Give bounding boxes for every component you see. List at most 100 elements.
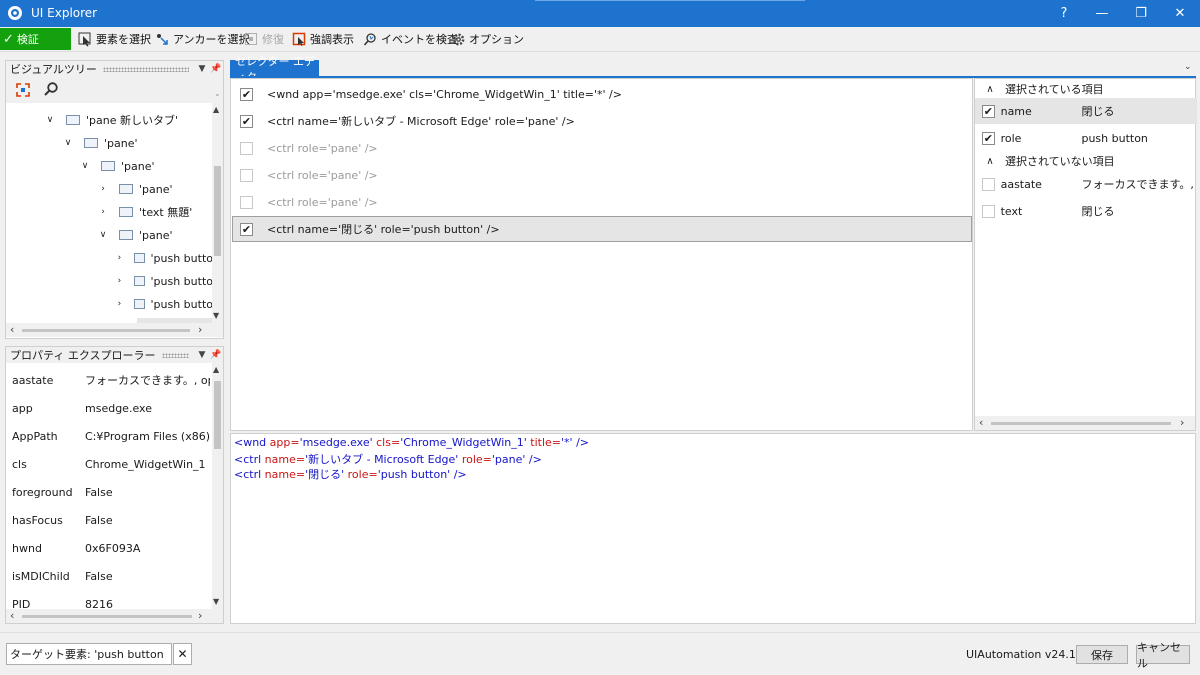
collapse-chevron-icon[interactable]: › [115, 253, 124, 263]
attributes-horizontal-scrollbar[interactable]: ‹ › [975, 416, 1195, 430]
node-checkbox[interactable]: ✔ [240, 222, 253, 236]
tree-vertical-scrollbar[interactable]: ▲ ▼ [212, 103, 223, 323]
scroll-right-icon[interactable]: › [198, 323, 202, 336]
tree-node[interactable]: ∨ 'pane' [62, 133, 138, 153]
cancel-button[interactable]: キャンセル [1136, 641, 1190, 670]
expand-chevron-icon[interactable]: ∨ [97, 230, 109, 240]
window-node-icon [133, 276, 145, 286]
property-row[interactable]: app msedge.exe [6, 394, 214, 422]
selector-node-row[interactable]: ✔ <ctrl name='新しいタブ - Microsoft Edge' rol… [233, 108, 973, 134]
scrollbar-thumb[interactable] [214, 166, 221, 256]
selector-node-row-selected[interactable]: ✔ <ctrl name='閉じる' role='push button' /> [232, 216, 972, 242]
scroll-right-icon[interactable]: › [198, 609, 202, 622]
target-element-field[interactable]: ターゲット要素: 'push button 閉じる' [6, 643, 172, 665]
scroll-down-icon[interactable]: ▼ [213, 311, 219, 320]
clear-target-button[interactable]: ✕ [173, 643, 192, 665]
attribute-checkbox[interactable] [982, 177, 995, 191]
scroll-left-icon[interactable]: ‹ [979, 416, 983, 429]
save-button[interactable]: 保存 [1076, 645, 1128, 664]
selector-node-row[interactable]: <ctrl role='pane' /> [233, 135, 973, 161]
validate-button[interactable]: ✓ 検証 [0, 28, 71, 50]
property-row[interactable]: isMDIChild False [6, 562, 214, 590]
scroll-down-icon[interactable]: ▼ [213, 597, 219, 606]
select-anchor-button[interactable]: アンカーを選択 [155, 29, 250, 49]
selected-attributes-header[interactable]: ∧ 選択されている項目 [975, 79, 1195, 99]
scroll-right-icon[interactable]: › [1180, 416, 1184, 429]
node-checkbox[interactable]: ✔ [240, 87, 253, 101]
highlight-button[interactable]: 強調表示 [292, 29, 354, 49]
expand-chevron-icon[interactable]: ∨ [62, 138, 74, 148]
selector-code-line: <ctrl name='閉じる' role='push button' /> [234, 466, 467, 482]
property-row[interactable]: AppPath C:¥Program Files (x86)¥M [6, 422, 214, 450]
close-window-button[interactable]: ✕ [1163, 0, 1197, 27]
property-vertical-scrollbar[interactable]: ▲ ▼ [212, 363, 223, 609]
search-icon[interactable] [43, 81, 59, 97]
node-checkbox[interactable] [240, 195, 253, 209]
tree-node[interactable]: › 'push butto [115, 271, 213, 291]
collapse-chevron-icon[interactable]: › [115, 299, 124, 309]
tree-node[interactable]: › 'text 無題' [97, 202, 192, 222]
property-horizontal-scrollbar[interactable]: ‹ › [6, 609, 223, 623]
inspect-events-button[interactable]: イベントを検査 [363, 29, 458, 49]
node-checkbox[interactable] [240, 141, 253, 155]
expand-chevron-icon[interactable]: ∨ [44, 115, 56, 125]
tree-node[interactable]: ∨ 'pane' [79, 156, 155, 176]
attribute-checkbox[interactable] [982, 204, 995, 218]
tree-horizontal-scrollbar[interactable]: ‹ › [6, 323, 223, 337]
scroll-up-icon[interactable]: ▲ [213, 105, 219, 114]
tree-node[interactable]: ∨ 'pane' [97, 225, 173, 245]
selector-node-row[interactable]: <ctrl role='pane' /> [233, 162, 973, 188]
chevron-up-icon[interactable]: ∧ [975, 156, 1005, 167]
scrollbar-thumb[interactable] [991, 422, 1171, 425]
chevron-down-icon[interactable]: ▼ [195, 64, 209, 74]
tree-node[interactable]: › 'push butto [115, 248, 213, 268]
attribute-checkbox[interactable]: ✔ [982, 104, 995, 118]
scrollbar-thumb[interactable] [22, 329, 190, 332]
scrollbar-thumb[interactable] [214, 381, 221, 449]
scroll-left-icon[interactable]: ‹ [10, 609, 14, 622]
node-checkbox[interactable]: ✔ [240, 114, 253, 128]
help-button[interactable]: ? [1047, 0, 1081, 27]
tab-selector-editor[interactable]: セレクター エディター [230, 55, 319, 84]
repair-button[interactable]: 修復 [244, 29, 284, 49]
selector-node-row[interactable]: <ctrl role='pane' /> [233, 189, 973, 215]
chevron-up-icon[interactable]: ∧ [975, 84, 1005, 95]
property-row[interactable]: hasFocus False [6, 506, 214, 534]
restore-button[interactable]: ❐ [1124, 0, 1158, 27]
chevron-down-icon[interactable]: ⌄ [1184, 62, 1192, 72]
select-element-button[interactable]: 要素を選択 [78, 29, 151, 49]
visual-tree-panel: ビジュアルツリー ▼ 📌 ⌄ ∨ 'pane 新しいタブ' ∨ 'pane' ∨ 'p… [5, 60, 224, 339]
chevron-down-small-icon[interactable]: ⌄ [214, 89, 221, 98]
attribute-checkbox[interactable]: ✔ [982, 131, 995, 145]
collapse-chevron-icon[interactable]: › [115, 276, 124, 286]
locate-element-icon[interactable] [15, 82, 31, 98]
property-row[interactable]: foreground False [6, 478, 214, 506]
tree-node[interactable]: › 'pane' [97, 179, 172, 199]
attribute-row[interactable]: text 閉じる [977, 198, 1197, 224]
selector-text-editor[interactable]: <wnd app='msedge.exe' cls='Chrome_Widget… [230, 433, 1196, 624]
scroll-left-icon[interactable]: ‹ [10, 323, 14, 336]
pin-icon[interactable]: 📌 [209, 64, 223, 74]
unselected-attributes-header[interactable]: ∧ 選択されていない項目 [975, 151, 1195, 171]
code-attr: title= [530, 436, 562, 449]
attribute-row-selected[interactable]: ✔ name 閉じる [975, 98, 1197, 124]
scrollbar-thumb[interactable] [22, 615, 192, 618]
tree-node[interactable]: › 'push butto [115, 294, 213, 314]
chevron-down-icon[interactable]: ▼ [195, 350, 209, 360]
property-row[interactable]: cls Chrome_WidgetWin_1 [6, 450, 214, 478]
attribute-row[interactable]: aastate フォーカスできます。, opaque [977, 171, 1197, 197]
property-row[interactable]: aastate フォーカスできます。, opaque [6, 366, 214, 394]
node-checkbox[interactable] [240, 168, 253, 182]
attribute-value: 閉じる [1081, 205, 1115, 218]
expand-chevron-icon[interactable]: ∨ [79, 161, 91, 171]
selector-node-row[interactable]: ✔ <wnd app='msedge.exe' cls='Chrome_Widge… [233, 81, 973, 107]
pin-icon[interactable]: 📌 [209, 350, 223, 360]
tree-node[interactable]: ∨ 'pane 新しいタブ' [44, 110, 178, 130]
minimize-button[interactable]: — [1085, 0, 1119, 27]
attribute-row[interactable]: ✔ role push button [977, 125, 1197, 151]
scroll-up-icon[interactable]: ▲ [213, 365, 219, 374]
options-button[interactable]: オプション [451, 29, 524, 49]
collapse-chevron-icon[interactable]: › [97, 184, 109, 194]
property-row[interactable]: hwnd 0x6F093A [6, 534, 214, 562]
collapse-chevron-icon[interactable]: › [97, 207, 109, 217]
